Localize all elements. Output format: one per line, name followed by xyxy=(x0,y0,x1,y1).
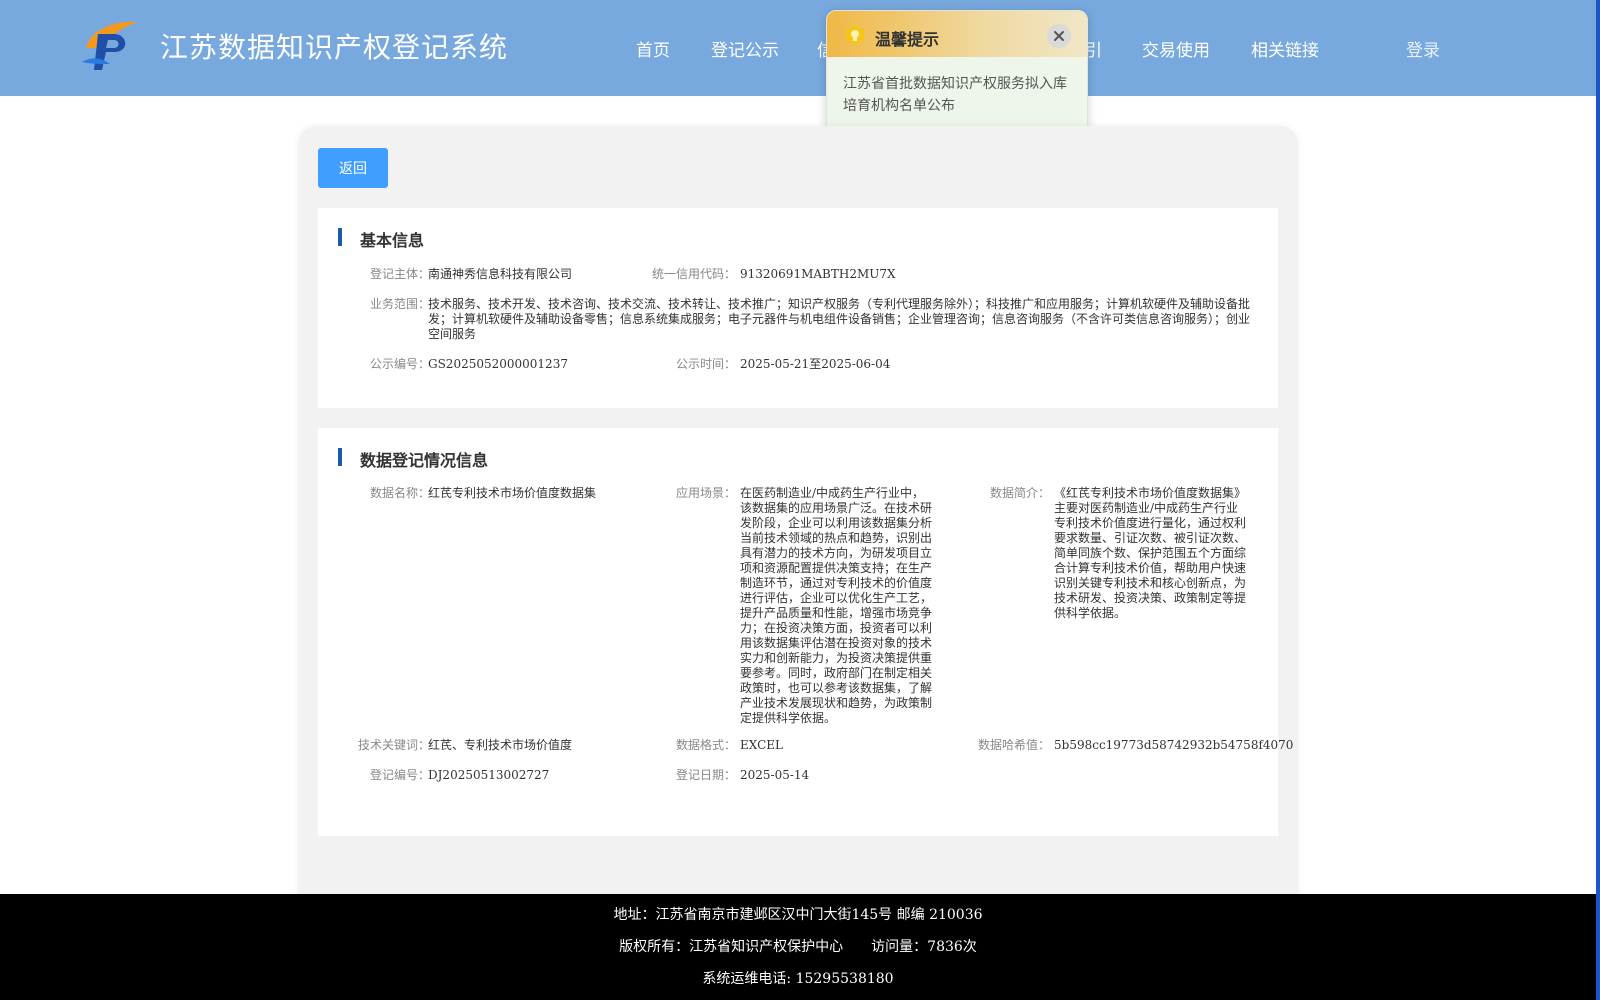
basic-info-section: 基本信息 登记主体： 南通神秀信息科技有限公司 统一信用代码： 91320691… xyxy=(318,208,1278,408)
registration-date-value: 2025-05-14 xyxy=(740,768,810,782)
data-name-label: 数据名称： xyxy=(369,486,430,500)
site-title: 江苏数据知识产权登记系统 xyxy=(160,31,509,64)
data-hash-label: 数据哈希值： xyxy=(977,738,1050,752)
publication-number-value: GS2025052000001237 xyxy=(428,357,568,371)
credit-code-label: 统一信用代码： xyxy=(651,267,736,281)
scrollbar-strip xyxy=(1596,0,1600,1000)
registration-number-label: 登记编号： xyxy=(369,768,430,782)
tech-keywords-label: 技术关键词： xyxy=(357,738,430,752)
notice-header: 温馨提示 xyxy=(827,11,1087,57)
data-registration-section: 数据登记情况信息 数据名称： 红芪专利技术市场价值度数据集 应用场景： 在医药制… xyxy=(318,428,1293,836)
footer-address: 地址：江苏省南京市建邺区汉中门大街145号 邮编 210036 xyxy=(613,907,983,923)
data-format-value: EXCEL xyxy=(740,738,784,752)
registration-date-label: 登记日期： xyxy=(675,768,736,782)
subject-value: 南通神秀信息科技有限公司 xyxy=(428,267,573,281)
footer-copyright: 版权所有：江苏省知识产权保护中心 访问量：7836次 xyxy=(619,939,977,955)
lightbulb-icon xyxy=(846,25,864,45)
section-marker xyxy=(338,448,342,466)
data-intro-value: 《红芪专利技术市场价值度数据集》主要对医药制造业/中成药生产行业专利技术价值度进… xyxy=(1054,486,1247,620)
data-registration-title: 数据登记情况信息 xyxy=(360,451,489,470)
tech-keywords-value: 红芪、专利技术市场价值度 xyxy=(428,738,573,752)
notice-title: 温馨提示 xyxy=(875,30,940,49)
site-logo-icon xyxy=(82,21,138,70)
registration-number-value: DJ20250513002727 xyxy=(428,768,550,782)
nav-trade-use[interactable]: 交易使用 xyxy=(1142,36,1210,61)
site-footer: 地址：江苏省南京市建邺区汉中门大街145号 邮编 210036 版权所有：江苏省… xyxy=(0,894,1596,1000)
application-scene-value: 在医药制造业/中成药生产行业中，该数据集的应用场景广泛。在技术研发阶段，企业可以… xyxy=(740,486,933,725)
application-scene-label: 应用场景： xyxy=(675,486,736,500)
nav-related-links[interactable]: 相关链接 xyxy=(1251,36,1319,61)
basic-info-title: 基本信息 xyxy=(360,231,425,250)
back-button[interactable]: 返回 xyxy=(318,148,388,188)
publication-time-value: 2025-05-21至2025-06-04 xyxy=(740,357,891,371)
business-scope-value: 技术服务、技术开发、技术咨询、技术交流、技术转让、技术推广；知识产权服务（专利代… xyxy=(428,297,1251,341)
close-icon xyxy=(1054,31,1064,41)
publication-number-label: 公示编号： xyxy=(369,357,430,371)
subject-label: 登记主体： xyxy=(369,267,430,281)
data-format-label: 数据格式： xyxy=(675,738,736,752)
nav-registration-notice[interactable]: 登记公示 xyxy=(711,36,779,61)
nav-home[interactable]: 首页 xyxy=(636,36,670,61)
footer-phone: 系统运维电话: 15295538180 xyxy=(702,971,894,987)
section-marker xyxy=(338,228,342,246)
notice-body[interactable]: 江苏省首批数据知识产权服务拟入库培育机构名单公布 xyxy=(843,73,1075,117)
data-name-value: 红芪专利技术市场价值度数据集 xyxy=(428,486,597,500)
business-scope-label: 业务范围： xyxy=(369,297,430,311)
data-intro-label: 数据简介： xyxy=(989,486,1050,500)
login-link[interactable]: 登录 xyxy=(1406,36,1440,61)
data-hash-value: 5b598cc19773d58742932b54758f4070 xyxy=(1054,738,1294,752)
close-button[interactable] xyxy=(1047,24,1071,48)
credit-code-value: 91320691MABTH2MU7X xyxy=(740,267,896,281)
publication-time-label: 公示时间： xyxy=(675,357,736,371)
